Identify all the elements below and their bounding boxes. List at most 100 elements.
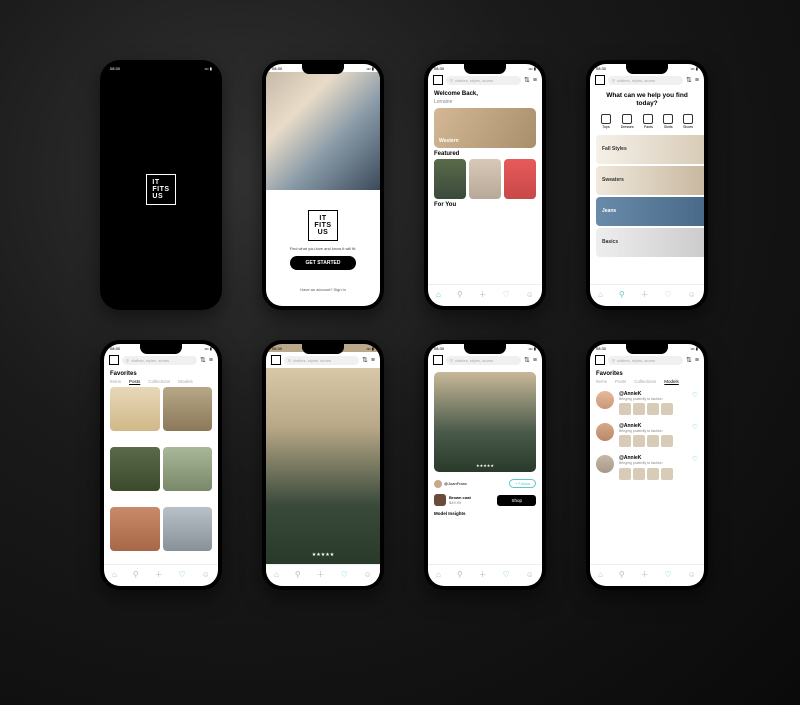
post-thumb[interactable] <box>163 507 213 551</box>
tab-add[interactable]: ＋ <box>641 569 649 580</box>
brand-icon[interactable] <box>433 355 443 365</box>
tab-heart[interactable]: ♡ <box>665 570 672 579</box>
follow-button[interactable]: + Follow <box>509 479 536 488</box>
hero-card[interactable]: Western <box>434 108 536 148</box>
filter-icon[interactable]: ⇅ <box>524 76 530 84</box>
tab-home[interactable]: ⌂ <box>112 570 117 579</box>
post-thumb[interactable] <box>110 387 160 431</box>
tab-search[interactable]: ⚲ <box>295 570 301 579</box>
tab-user[interactable]: ☺ <box>526 570 534 579</box>
phone-mockup-grid: 08:30••• ▮ ITFITSUS 08:30••• ▮ ITFITSUS … <box>0 0 800 650</box>
post-thumb[interactable] <box>163 387 213 431</box>
tab-models[interactable]: Models <box>178 379 193 384</box>
model-row[interactable]: @AnnieKBringing positivity to fashion ♡ <box>590 451 704 483</box>
menu-icon[interactable]: ≡ <box>533 357 537 364</box>
category-skirts[interactable]: Skirts <box>663 114 673 129</box>
model-row[interactable]: @AnnieKBringing positivity to fashion ♡ <box>590 387 704 419</box>
brand-icon[interactable] <box>271 355 281 365</box>
tab-home[interactable]: ⌂ <box>436 570 441 579</box>
get-started-button[interactable]: GET STARTED <box>290 256 357 270</box>
collection-strip[interactable]: Fall Styles <box>596 135 704 164</box>
menu-icon[interactable]: ≡ <box>209 357 213 364</box>
tab-add[interactable]: ＋ <box>479 569 487 580</box>
featured-card[interactable] <box>469 159 501 199</box>
tab-heart[interactable]: ♡ <box>179 570 186 579</box>
menu-icon[interactable]: ≡ <box>695 357 699 364</box>
tab-user[interactable]: ☺ <box>688 290 696 299</box>
tab-home[interactable]: ⌂ <box>436 290 441 299</box>
heart-icon[interactable]: ♡ <box>692 391 698 399</box>
search-input[interactable]: ⚲ clothes, styles, stores <box>446 76 521 85</box>
filter-icon[interactable]: ⇅ <box>686 356 692 364</box>
tab-collections[interactable]: Collections <box>148 379 170 384</box>
heart-icon[interactable]: ♡ <box>692 423 698 431</box>
featured-card[interactable] <box>504 159 536 199</box>
post-thumb[interactable] <box>110 507 160 551</box>
tab-bar: ⌂ ⚲ ＋ ♡ ☺ <box>104 564 218 586</box>
tab-heart[interactable]: ♡ <box>503 290 510 299</box>
collection-strip[interactable]: Jeans <box>596 197 704 226</box>
tab-add[interactable]: ＋ <box>155 569 163 580</box>
filter-icon[interactable]: ⇅ <box>524 356 530 364</box>
post-thumb[interactable] <box>110 447 160 491</box>
tab-search[interactable]: ⚲ <box>619 290 625 299</box>
featured-card[interactable] <box>434 159 466 199</box>
header: ⚲ clothes, styles, stores ⇅ ≡ <box>266 352 380 368</box>
brand-icon[interactable] <box>595 75 605 85</box>
tab-add[interactable]: ＋ <box>317 569 325 580</box>
shop-button[interactable]: Shop <box>497 495 536 506</box>
menu-icon[interactable]: ≡ <box>371 357 375 364</box>
filter-icon[interactable]: ⇅ <box>362 356 368 364</box>
tab-search[interactable]: ⚲ <box>457 570 463 579</box>
heart-icon[interactable]: ♡ <box>692 455 698 463</box>
header: ⚲ clothes, styles, stores ⇅ ≡ <box>428 352 542 368</box>
model-row[interactable]: @AnnieKBringing positivity to fashion ♡ <box>590 419 704 451</box>
tab-user[interactable]: ☺ <box>526 290 534 299</box>
product-image[interactable]: ★★★★★ <box>434 372 536 472</box>
tab-user[interactable]: ☺ <box>202 570 210 579</box>
category-shoes[interactable]: Shoes <box>683 114 693 129</box>
tab-home[interactable]: ⌂ <box>598 570 603 579</box>
tab-search[interactable]: ⚲ <box>457 290 463 299</box>
menu-icon[interactable]: ≡ <box>533 77 537 84</box>
sign-in-link[interactable]: Have an account? Sign in <box>266 287 380 292</box>
tab-collections[interactable]: Collections <box>634 379 656 384</box>
tab-search[interactable]: ⚲ <box>133 570 139 579</box>
post-image[interactable]: ★★★★★ <box>266 368 380 564</box>
user-avatar[interactable] <box>434 480 442 488</box>
tab-user[interactable]: ☺ <box>688 570 696 579</box>
tab-items[interactable]: Items <box>110 379 121 384</box>
menu-icon[interactable]: ≡ <box>695 77 699 84</box>
filter-icon[interactable]: ⇅ <box>686 76 692 84</box>
featured-heading: Featured <box>428 148 542 159</box>
tab-items[interactable]: Items <box>596 379 607 384</box>
tab-heart[interactable]: ♡ <box>341 570 348 579</box>
brand-icon[interactable] <box>109 355 119 365</box>
search-input[interactable]: ⚲ clothes, styles, stores <box>608 76 683 85</box>
tab-home[interactable]: ⌂ <box>598 290 603 299</box>
brand-icon[interactable] <box>595 355 605 365</box>
post-thumb[interactable] <box>163 447 213 491</box>
search-input[interactable]: ⚲ clothes, styles, stores <box>284 356 359 365</box>
tab-heart[interactable]: ♡ <box>665 290 672 299</box>
category-tops[interactable]: Tops <box>601 114 611 129</box>
collection-strip[interactable]: Sweaters <box>596 166 704 195</box>
tab-add[interactable]: ＋ <box>641 289 649 300</box>
tab-user[interactable]: ☺ <box>364 570 372 579</box>
category-dresses[interactable]: Dresses <box>621 114 634 129</box>
brand-icon[interactable] <box>433 75 443 85</box>
tab-heart[interactable]: ♡ <box>503 570 510 579</box>
user-handle[interactable]: @JoanFranc <box>444 481 467 486</box>
tab-search[interactable]: ⚲ <box>619 570 625 579</box>
tab-home[interactable]: ⌂ <box>274 570 279 579</box>
search-input[interactable]: ⚲ clothes, styles, stores <box>608 356 683 365</box>
tab-add[interactable]: ＋ <box>479 289 487 300</box>
filter-icon[interactable]: ⇅ <box>200 356 206 364</box>
tab-models[interactable]: Models <box>664 379 679 384</box>
category-pants[interactable]: Pants <box>643 114 653 129</box>
search-input[interactable]: ⚲ clothes, styles, stores <box>446 356 521 365</box>
tab-posts[interactable]: Posts <box>129 379 140 384</box>
collection-strip[interactable]: Basics <box>596 228 704 257</box>
tab-posts[interactable]: Posts <box>615 379 626 384</box>
search-input[interactable]: ⚲ clothes, styles, stores <box>122 356 197 365</box>
